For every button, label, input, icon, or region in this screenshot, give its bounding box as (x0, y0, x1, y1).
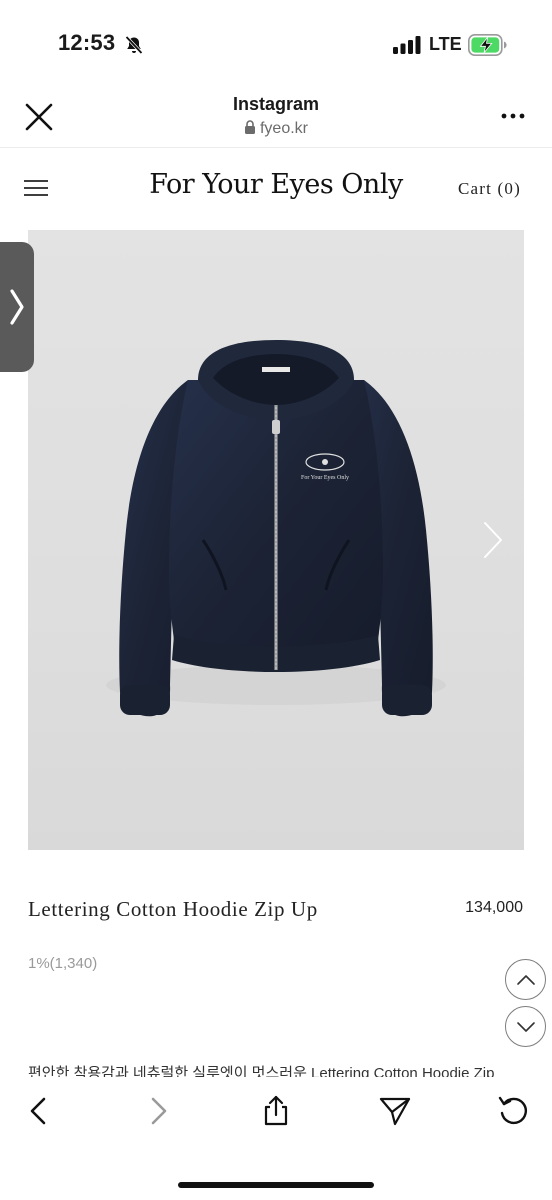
browser-toolbar (0, 1077, 552, 1200)
product-description: 편안한 착용감과 네츄럴한 실루엣이 멋스러운 Lettering Cotton… (28, 1065, 495, 1077)
share-icon (264, 1095, 288, 1126)
forward-button[interactable] (141, 1094, 175, 1128)
product-name: Lettering Cotton Hoodie Zip Up (28, 897, 318, 921)
battery-charging-icon (468, 34, 507, 56)
chest-print-text: For Your Eyes Only (301, 475, 349, 481)
more-icon[interactable] (497, 106, 529, 126)
gallery-next-arrow[interactable] (482, 520, 504, 560)
browser-header: Instagram fyeo.kr (0, 88, 552, 148)
back-button[interactable] (22, 1094, 56, 1128)
carrier-label: LTE (429, 34, 462, 54)
home-indicator (178, 1182, 374, 1188)
scroll-up-button[interactable] (505, 959, 546, 1000)
product-price: 134,000 (465, 899, 523, 916)
site-nav: For Your Eyes Only Cart (0) (0, 148, 552, 228)
scroll-down-button[interactable] (505, 1006, 546, 1047)
browser-title: Instagram (232, 94, 320, 114)
chevron-down-icon (517, 1022, 535, 1032)
status-time: 12:53 (58, 30, 116, 55)
signal-bars-icon (393, 36, 421, 54)
side-panel-tab[interactable] (0, 242, 34, 372)
chevron-left-icon (30, 1097, 46, 1125)
url-text: fyeo.kr (259, 120, 308, 137)
send-icon (379, 1097, 411, 1126)
lock-icon (244, 120, 255, 134)
chevron-right-icon (10, 289, 24, 325)
status-bar: 12:53 LTE (0, 0, 552, 88)
bell-slash-icon (125, 35, 143, 55)
product-image-gallery[interactable]: For Your Eyes Only (28, 230, 524, 850)
reload-icon (498, 1096, 527, 1125)
chevron-right-icon (151, 1097, 167, 1125)
send-button[interactable] (378, 1094, 412, 1128)
product-points: 1%(1,340) (28, 955, 98, 972)
browser-url[interactable]: fyeo.kr (0, 120, 552, 138)
reload-button[interactable] (496, 1094, 530, 1128)
cart-link[interactable]: Cart (0) (458, 179, 521, 199)
product-image: For Your Eyes Only (106, 340, 446, 717)
chevron-up-icon (517, 975, 535, 985)
share-button[interactable] (259, 1094, 293, 1128)
